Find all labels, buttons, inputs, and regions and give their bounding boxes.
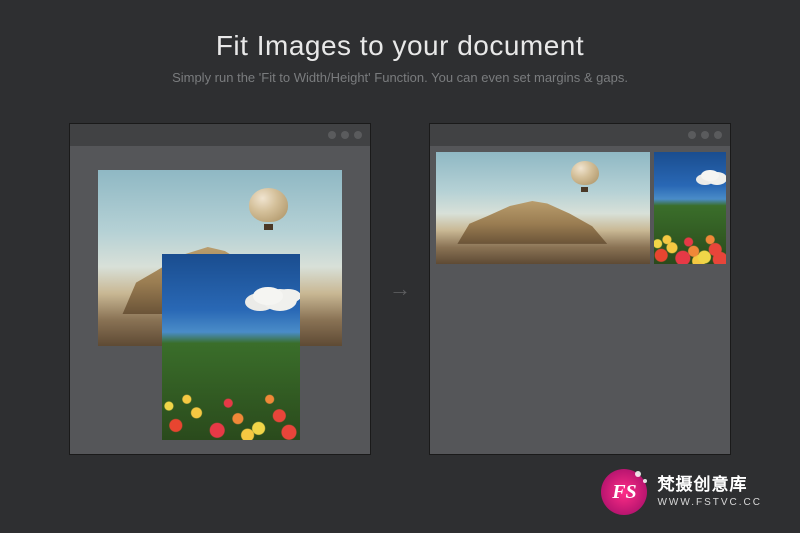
after-panel [429,123,731,455]
page-title: Fit Images to your document [0,30,800,62]
comparison-row: → [0,123,800,455]
before-panel [69,123,371,455]
image-tulip-field-fitted [654,152,726,264]
window-control-dot [714,131,722,139]
before-canvas [70,146,370,454]
after-canvas [430,146,730,454]
window-control-dot [354,131,362,139]
window-titlebar [70,124,370,146]
header: Fit Images to your document Simply run t… [0,0,800,85]
window-control-dot [328,131,336,139]
watermark: FS 梵摄创意库 WWW.FSTVC.CC [601,469,762,515]
arrow-icon: → [389,276,411,302]
watermark-brand: 梵摄创意库 [657,476,762,495]
watermark-badge-text: FS [612,481,636,504]
image-tulip-field [162,254,300,440]
window-titlebar [430,124,730,146]
window-control-dot [341,131,349,139]
watermark-badge: FS [601,469,647,515]
watermark-url: WWW.FSTVC.CC [657,497,762,508]
image-balloon-landscape-fitted [436,152,650,264]
window-control-dot [701,131,709,139]
page-subtitle: Simply run the 'Fit to Width/Height' Fun… [0,70,800,85]
window-control-dot [688,131,696,139]
watermark-text: 梵摄创意库 WWW.FSTVC.CC [657,476,762,508]
